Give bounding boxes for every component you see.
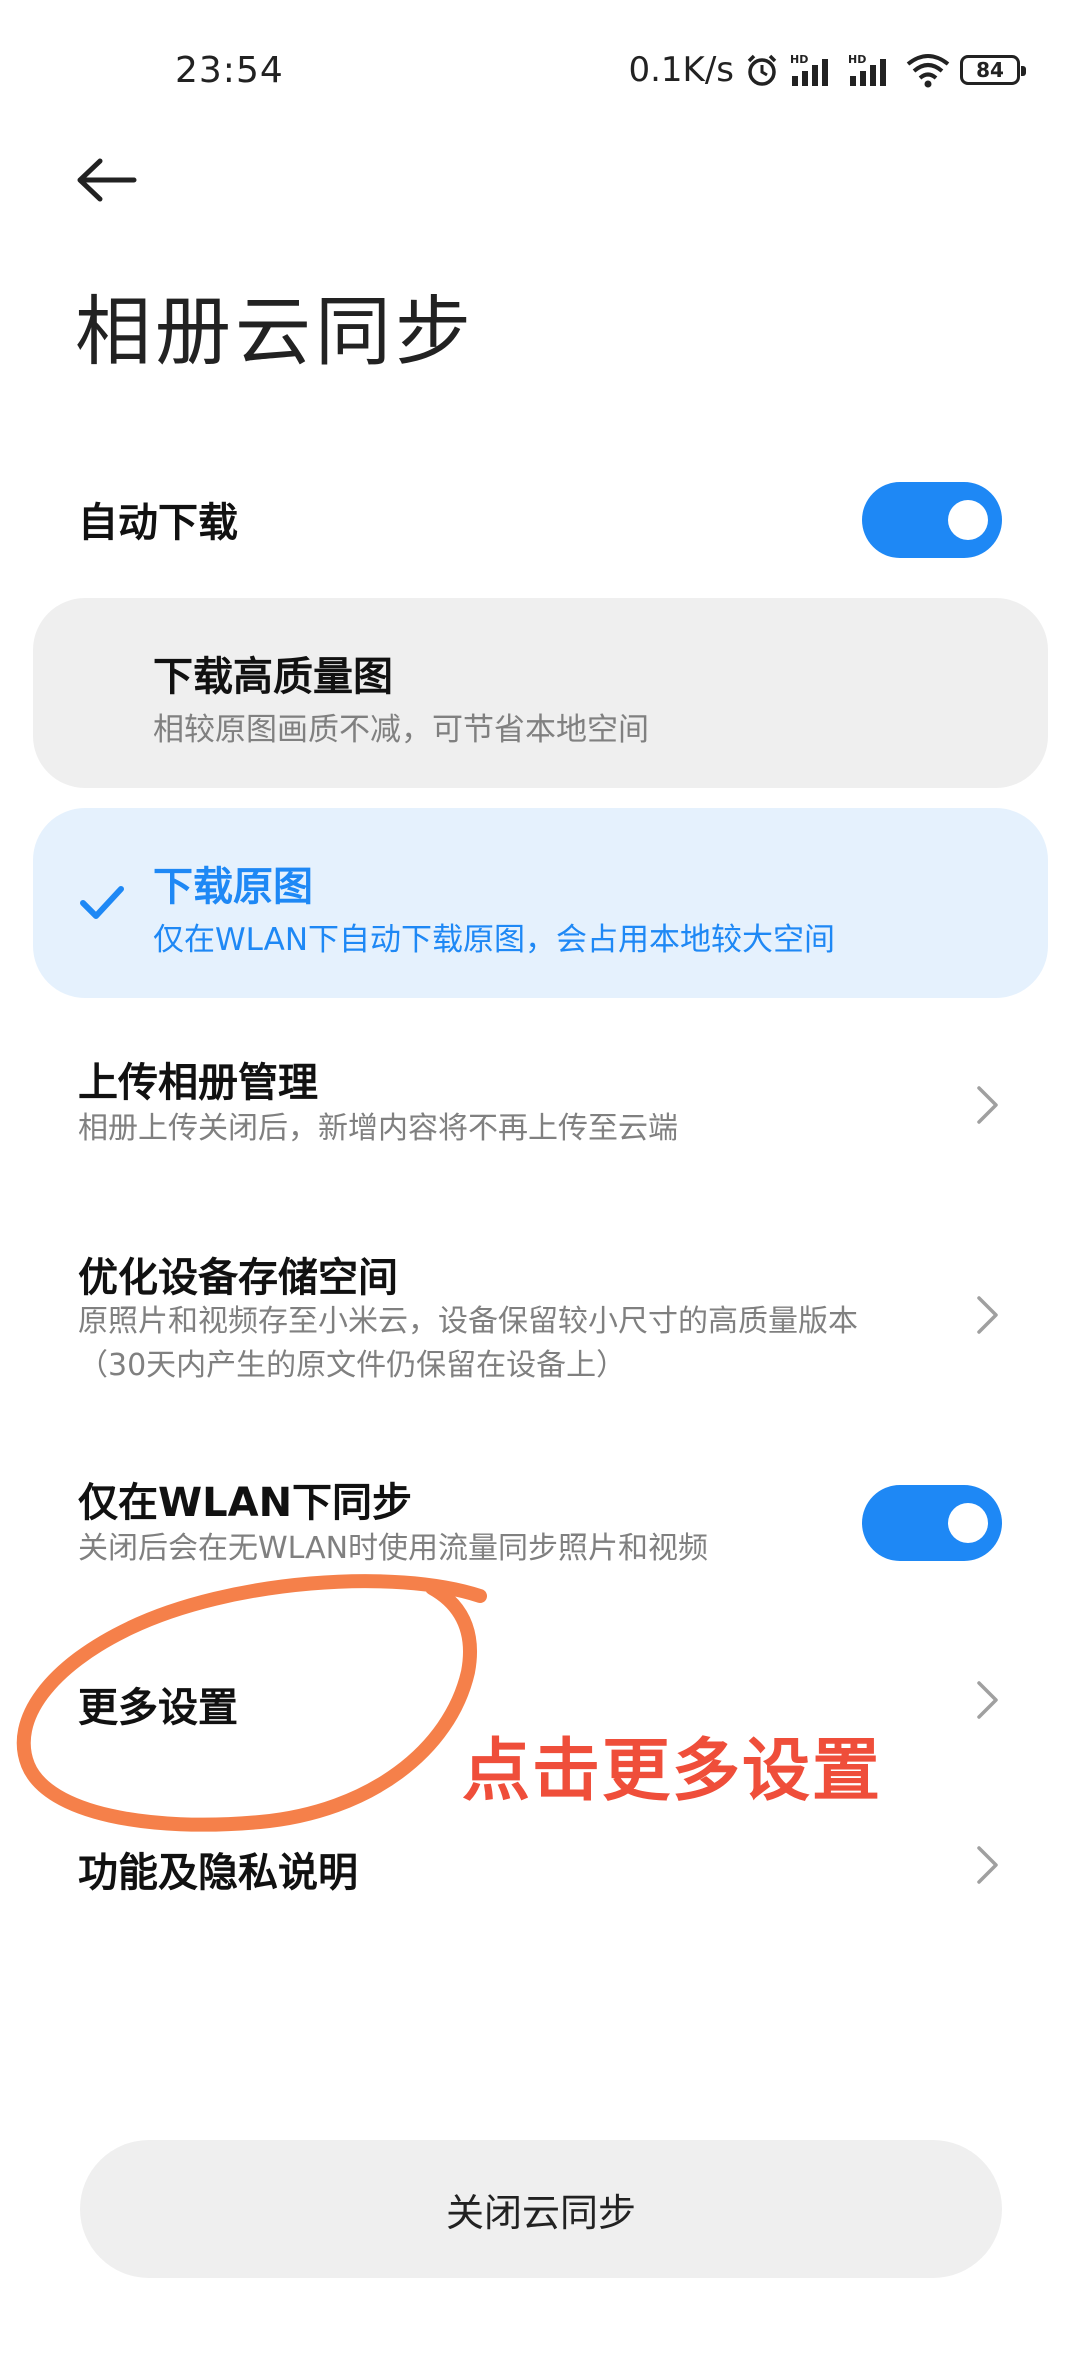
option-title: 下载原图 (153, 864, 313, 910)
auto-download-label: 自动下载 (78, 500, 238, 546)
privacy-title: 功能及隐私说明 (78, 1850, 358, 1896)
upload-manage-title: 上传相册管理 (78, 1060, 318, 1106)
more-settings-title: 更多设置 (78, 1685, 238, 1731)
option-high-quality[interactable]: 下载高质量图 相较原图画质不减，可节省本地空间 (33, 598, 1048, 788)
auto-download-row[interactable]: 自动下载 (0, 470, 1080, 570)
page-title: 相册云同步 (75, 287, 475, 376)
toggle-knob (948, 500, 988, 540)
alarm-icon (744, 52, 780, 88)
status-icons: 0.1K/s HD HD 84 (628, 50, 1026, 90)
auto-download-toggle[interactable] (862, 482, 1002, 558)
wlan-sync-row[interactable]: 仅在WLAN下同步 关闭后会在无WLAN时使用流量同步照片和视频 (0, 1460, 1080, 1590)
chevron-right-icon (977, 1846, 998, 1884)
battery-icon: 84 (960, 55, 1026, 85)
upload-manage-subtitle: 相册上传关闭后，新增内容将不再上传至云端 (78, 1111, 678, 1146)
svg-text:HD: HD (848, 53, 866, 66)
back-arrow-icon (77, 158, 137, 202)
annotation-text: 点击更多设置 (462, 1732, 883, 1811)
close-cloud-sync-button[interactable]: 关闭云同步 (80, 2140, 1002, 2278)
optimize-storage-title: 优化设备存储空间 (78, 1255, 398, 1301)
chevron-right-icon (977, 1086, 998, 1124)
optimize-storage-row[interactable]: 优化设备存储空间 原照片和视频存至小米云，设备保留较小尺寸的高质量版本（30天内… (0, 1230, 1080, 1410)
option-subtitle: 相较原图画质不减，可节省本地空间 (153, 712, 649, 748)
hd-signal-icon: HD (848, 52, 896, 88)
wlan-sync-subtitle: 关闭后会在无WLAN时使用流量同步照片和视频 (78, 1531, 709, 1566)
status-bar: 23:54 0.1K/s HD HD 84 (0, 0, 1080, 140)
wlan-sync-toggle[interactable] (862, 1485, 1002, 1561)
optimize-storage-subtitle: 原照片和视频存至小米云，设备保留较小尺寸的高质量版本（30天内产生的原文件仍保留… (78, 1304, 858, 1383)
net-speed: 0.1K/s (628, 50, 734, 90)
toggle-knob (948, 1503, 988, 1543)
cloud-sync-settings-page: 23:54 0.1K/s HD HD 84 相册云同步 自动下载 下载高质量图 … (0, 0, 1080, 2370)
privacy-row[interactable]: 功能及隐私说明 (0, 1810, 1080, 1920)
chevron-right-icon (977, 1296, 998, 1334)
wlan-sync-title: 仅在WLAN下同步 (78, 1480, 413, 1526)
upload-manage-row[interactable]: 上传相册管理 相册上传关闭后，新增内容将不再上传至云端 (0, 1040, 1080, 1190)
wifi-icon (906, 52, 950, 88)
svg-text:HD: HD (790, 53, 808, 66)
option-subtitle: 仅在WLAN下自动下载原图，会占用本地较大空间 (153, 922, 836, 958)
option-original[interactable]: 下载原图 仅在WLAN下自动下载原图，会占用本地较大空间 (33, 808, 1048, 998)
back-button[interactable] (72, 145, 142, 215)
option-title: 下载高质量图 (153, 654, 393, 700)
chevron-right-icon (977, 1681, 998, 1719)
hd-signal-icon: HD (790, 52, 838, 88)
check-icon (80, 886, 124, 919)
status-time: 23:54 (175, 50, 284, 91)
